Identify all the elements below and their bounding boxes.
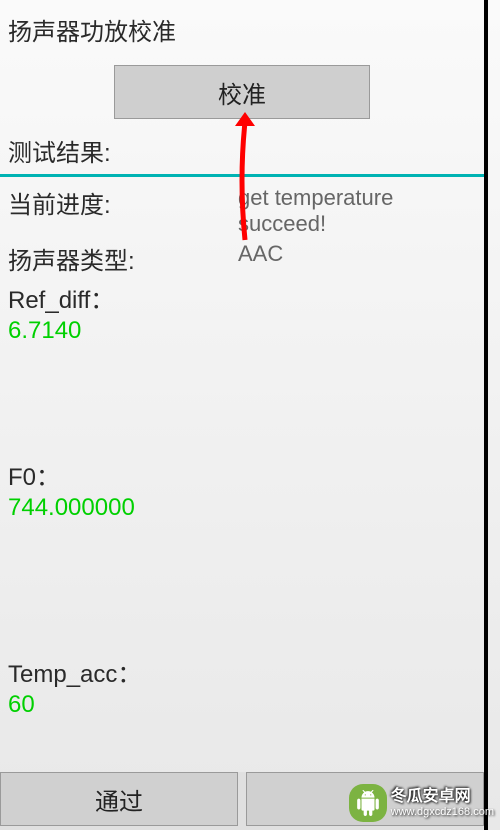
ref-diff-label: Ref_diff： [0, 280, 484, 315]
calibrate-button[interactable]: 校准 [114, 65, 370, 119]
speaker-type-value: AAC [238, 241, 476, 276]
f0-label: F0： [0, 457, 484, 492]
temp-acc-value: 60 [0, 689, 484, 721]
content-area: 当前进度: get temperature succeed! 扬声器类型: AA… [0, 177, 484, 276]
ref-diff-value: 6.7140 [0, 315, 484, 347]
secondary-button[interactable] [246, 772, 484, 826]
progress-label: 当前进度: [8, 185, 238, 237]
temp-acc-label: Temp_acc： [0, 654, 484, 689]
result-label: 测试结果: [0, 133, 484, 174]
progress-value: get temperature succeed! [238, 185, 476, 237]
pass-button-label: 通过 [95, 782, 143, 817]
footer: 通过 [0, 772, 484, 830]
f0-value: 744.000000 [0, 492, 484, 524]
pass-button[interactable]: 通过 [0, 772, 238, 826]
app-container: 扬声器功放校准 校准 测试结果: 当前进度: get temperature s… [0, 0, 488, 830]
speaker-type-label: 扬声器类型: [8, 241, 238, 276]
calibrate-button-label: 校准 [218, 75, 266, 110]
progress-row: 当前进度: get temperature succeed! [8, 185, 476, 237]
spacer [0, 524, 484, 654]
speaker-type-row: 扬声器类型: AAC [8, 241, 476, 276]
page-title: 扬声器功放校准 [0, 0, 484, 55]
calibrate-row: 校准 [0, 55, 484, 133]
spacer [0, 347, 484, 457]
